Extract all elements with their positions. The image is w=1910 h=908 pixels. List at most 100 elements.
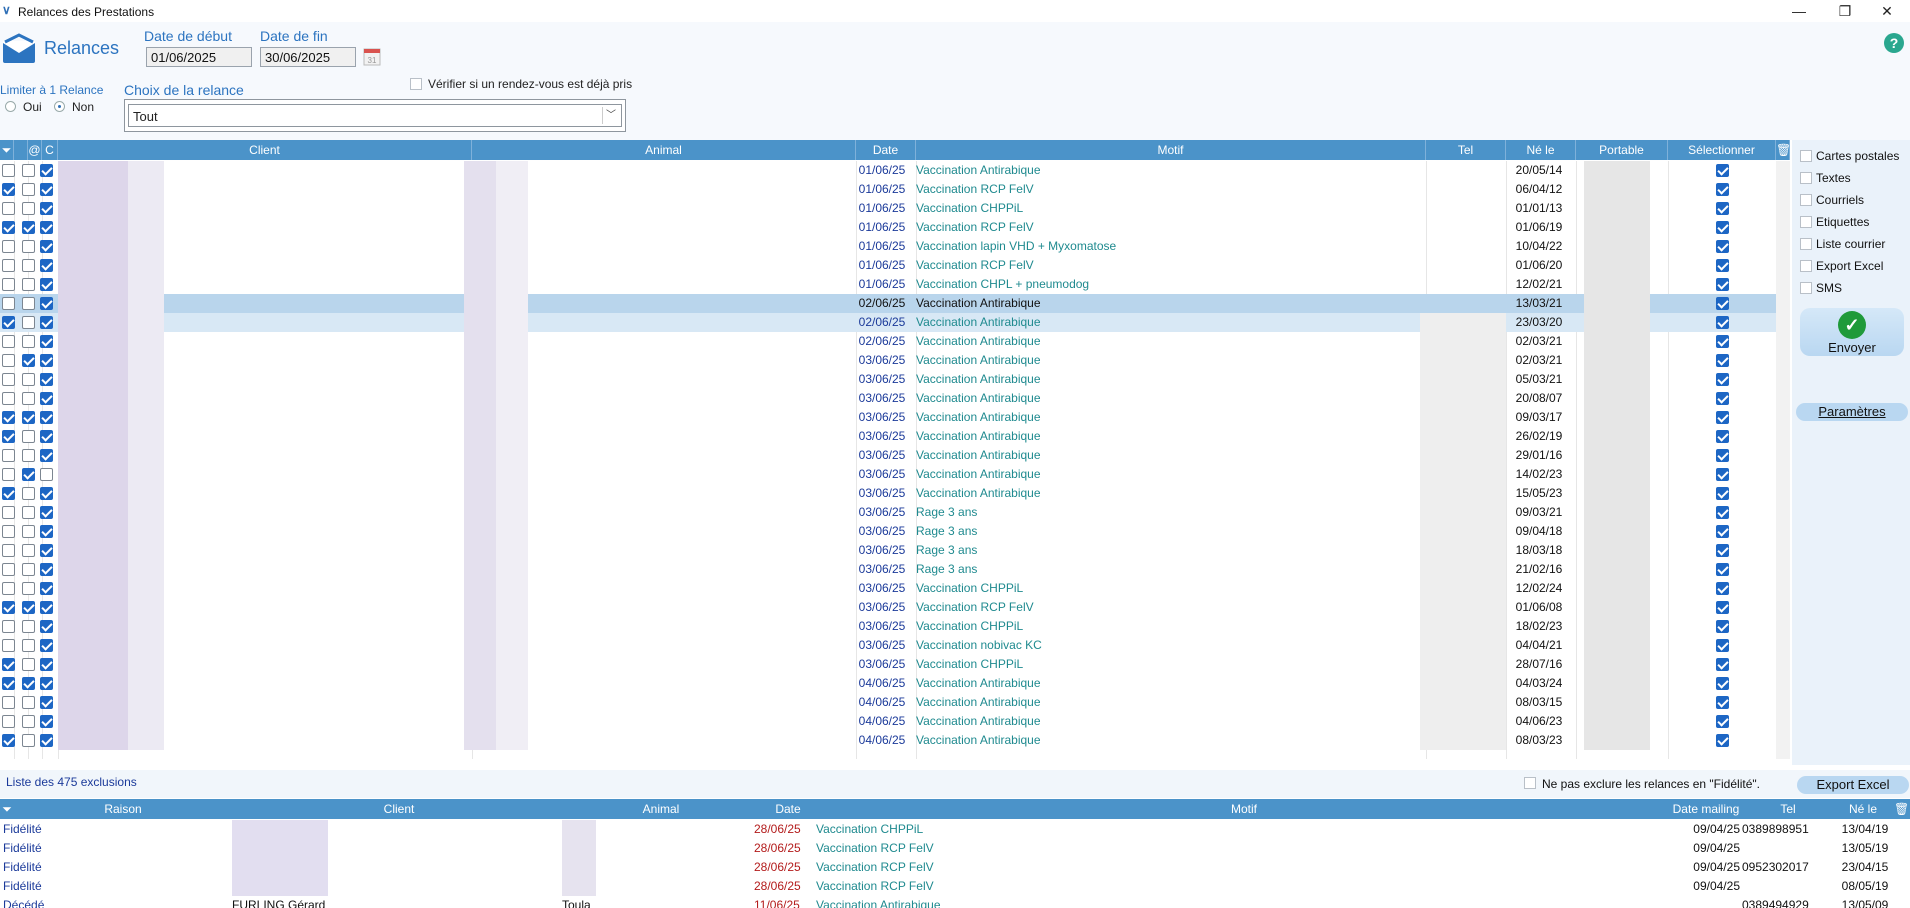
row-select-checkbox[interactable] bbox=[1716, 544, 1729, 557]
row-select-checkbox[interactable] bbox=[1716, 696, 1729, 709]
row-select-checkbox[interactable] bbox=[1716, 582, 1729, 595]
output-option-checkbox[interactable] bbox=[1800, 238, 1812, 250]
exclusion-row[interactable]: Fidélité 28/06/25 Vaccination RCP FelV 09/0… bbox=[0, 858, 1896, 877]
row-checkbox-3[interactable] bbox=[40, 715, 53, 728]
header-at[interactable]: @ bbox=[28, 140, 42, 160]
row-checkbox-3[interactable] bbox=[40, 259, 53, 272]
table-row[interactable]: 03/06/25 Rage 3 ans 09/04/18 bbox=[0, 522, 1776, 541]
row-select-checkbox[interactable] bbox=[1716, 297, 1729, 310]
row-checkbox-3[interactable] bbox=[40, 430, 53, 443]
row-checkbox-1[interactable] bbox=[2, 620, 15, 633]
row-select-checkbox[interactable] bbox=[1716, 430, 1729, 443]
xheader-animal[interactable]: Animal bbox=[566, 799, 756, 819]
output-option-checkbox[interactable] bbox=[1800, 216, 1812, 228]
header-ne-le[interactable]: Né le bbox=[1506, 140, 1576, 160]
row-select-checkbox[interactable] bbox=[1716, 278, 1729, 291]
row-select-checkbox[interactable] bbox=[1716, 601, 1729, 614]
row-select-checkbox[interactable] bbox=[1716, 468, 1729, 481]
row-checkbox-3[interactable] bbox=[40, 240, 53, 253]
row-checkbox-2[interactable] bbox=[22, 468, 35, 481]
row-select-checkbox[interactable] bbox=[1716, 487, 1729, 500]
help-icon[interactable]: ? bbox=[1884, 33, 1904, 53]
row-checkbox-2[interactable] bbox=[22, 164, 35, 177]
verifier-rdv-checkbox[interactable] bbox=[410, 78, 422, 90]
export-excel-button[interactable]: Export Excel bbox=[1797, 776, 1909, 794]
header-tel[interactable]: Tel bbox=[1426, 140, 1506, 160]
row-checkbox-3[interactable] bbox=[40, 544, 53, 557]
row-select-checkbox[interactable] bbox=[1716, 563, 1729, 576]
row-checkbox-3[interactable] bbox=[40, 297, 53, 310]
row-checkbox-2[interactable] bbox=[22, 620, 35, 633]
minimize-button[interactable]: — bbox=[1776, 0, 1822, 22]
row-checkbox-2[interactable] bbox=[22, 278, 35, 291]
row-select-checkbox[interactable] bbox=[1716, 658, 1729, 671]
table-row[interactable]: 02/06/25 Vaccination Antirabique 02/03/21 bbox=[0, 332, 1776, 351]
table-row[interactable]: 03/06/25 Vaccination Antirabique 05/03/21 bbox=[0, 370, 1776, 389]
row-checkbox-3[interactable] bbox=[40, 563, 53, 576]
exclusion-row[interactable]: Fidélité 28/06/25 Vaccination CHPPiL 09/04/… bbox=[0, 820, 1896, 839]
header-col-1[interactable] bbox=[14, 140, 28, 160]
table-row[interactable]: 04/06/25 Vaccination Antirabique 08/03/23 bbox=[0, 731, 1776, 750]
envoyer-button[interactable]: ✓ Envoyer bbox=[1800, 308, 1904, 356]
row-checkbox-3[interactable] bbox=[40, 696, 53, 709]
row-checkbox-3[interactable] bbox=[40, 506, 53, 519]
row-checkbox-1[interactable] bbox=[2, 715, 15, 728]
table-row[interactable]: 01/06/25 Vaccination RCP FelV 06/04/12 bbox=[0, 180, 1776, 199]
output-option-checkbox[interactable] bbox=[1800, 150, 1812, 162]
row-select-checkbox[interactable] bbox=[1716, 677, 1729, 690]
row-checkbox-2[interactable] bbox=[22, 354, 35, 367]
output-option-checkbox[interactable] bbox=[1800, 172, 1812, 184]
row-checkbox-1[interactable] bbox=[2, 164, 15, 177]
header-date[interactable]: Date bbox=[856, 140, 916, 160]
xheader-client[interactable]: Client bbox=[232, 799, 566, 819]
header-motif[interactable]: Motif bbox=[916, 140, 1426, 160]
table-row[interactable]: 03/06/25 Rage 3 ans 21/02/16 bbox=[0, 560, 1776, 579]
row-checkbox-3[interactable] bbox=[40, 316, 53, 329]
xheader-raison[interactable]: Raison bbox=[14, 799, 232, 819]
row-checkbox-2[interactable] bbox=[22, 297, 35, 310]
row-checkbox-2[interactable] bbox=[22, 544, 35, 557]
row-checkbox-2[interactable] bbox=[22, 734, 35, 747]
row-checkbox-1[interactable] bbox=[2, 487, 15, 500]
row-checkbox-2[interactable] bbox=[22, 183, 35, 196]
exclusions-filter-icon[interactable]: ⏷ bbox=[0, 799, 14, 819]
row-select-checkbox[interactable] bbox=[1716, 259, 1729, 272]
row-checkbox-3[interactable] bbox=[40, 658, 53, 671]
row-checkbox-1[interactable] bbox=[2, 183, 15, 196]
row-checkbox-1[interactable] bbox=[2, 221, 15, 234]
row-checkbox-1[interactable] bbox=[2, 278, 15, 291]
row-checkbox-3[interactable] bbox=[40, 183, 53, 196]
row-select-checkbox[interactable] bbox=[1716, 525, 1729, 538]
row-checkbox-3[interactable] bbox=[40, 411, 53, 424]
table-row[interactable]: 03/06/25 Vaccination CHPPiL 18/02/23 bbox=[0, 617, 1776, 636]
row-checkbox-2[interactable] bbox=[22, 715, 35, 728]
table-row[interactable]: 04/06/25 Vaccination Antirabique 08/03/15 bbox=[0, 693, 1776, 712]
row-checkbox-2[interactable] bbox=[22, 601, 35, 614]
row-select-checkbox[interactable] bbox=[1716, 373, 1729, 386]
row-checkbox-1[interactable] bbox=[2, 696, 15, 709]
row-checkbox-2[interactable] bbox=[22, 335, 35, 348]
maximize-button[interactable]: ❐ bbox=[1822, 0, 1868, 22]
row-checkbox-2[interactable] bbox=[22, 677, 35, 690]
table-row[interactable]: 01/06/25 Vaccination RCP FelV 01/06/19 bbox=[0, 218, 1776, 237]
header-client[interactable]: Client bbox=[58, 140, 472, 160]
exclusion-row[interactable]: Décédé FURLING Gérard Toula 11/06/25 Vaccina… bbox=[0, 896, 1896, 908]
row-checkbox-3[interactable] bbox=[40, 164, 53, 177]
chevron-down-icon[interactable]: ﹀ bbox=[602, 107, 619, 124]
table-row[interactable]: 04/06/25 Vaccination Antirabique 04/06/23 bbox=[0, 712, 1776, 731]
xheader-motif[interactable]: Motif bbox=[820, 799, 1668, 819]
output-option-checkbox[interactable] bbox=[1800, 282, 1812, 294]
table-row[interactable]: 03/06/25 Rage 3 ans 09/03/21 bbox=[0, 503, 1776, 522]
row-checkbox-3[interactable] bbox=[40, 354, 53, 367]
row-checkbox-1[interactable] bbox=[2, 639, 15, 652]
close-button[interactable]: ✕ bbox=[1864, 0, 1910, 22]
row-select-checkbox[interactable] bbox=[1716, 449, 1729, 462]
row-select-checkbox[interactable] bbox=[1716, 639, 1729, 652]
row-checkbox-1[interactable] bbox=[2, 202, 15, 215]
table-row[interactable]: 01/06/25 Vaccination CHPPiL 01/01/13 bbox=[0, 199, 1776, 218]
output-option-checkbox[interactable] bbox=[1800, 194, 1812, 206]
row-checkbox-3[interactable] bbox=[40, 677, 53, 690]
date-fin-input[interactable]: 30/06/2025 bbox=[260, 47, 356, 67]
row-checkbox-1[interactable] bbox=[2, 449, 15, 462]
row-select-checkbox[interactable] bbox=[1716, 715, 1729, 728]
